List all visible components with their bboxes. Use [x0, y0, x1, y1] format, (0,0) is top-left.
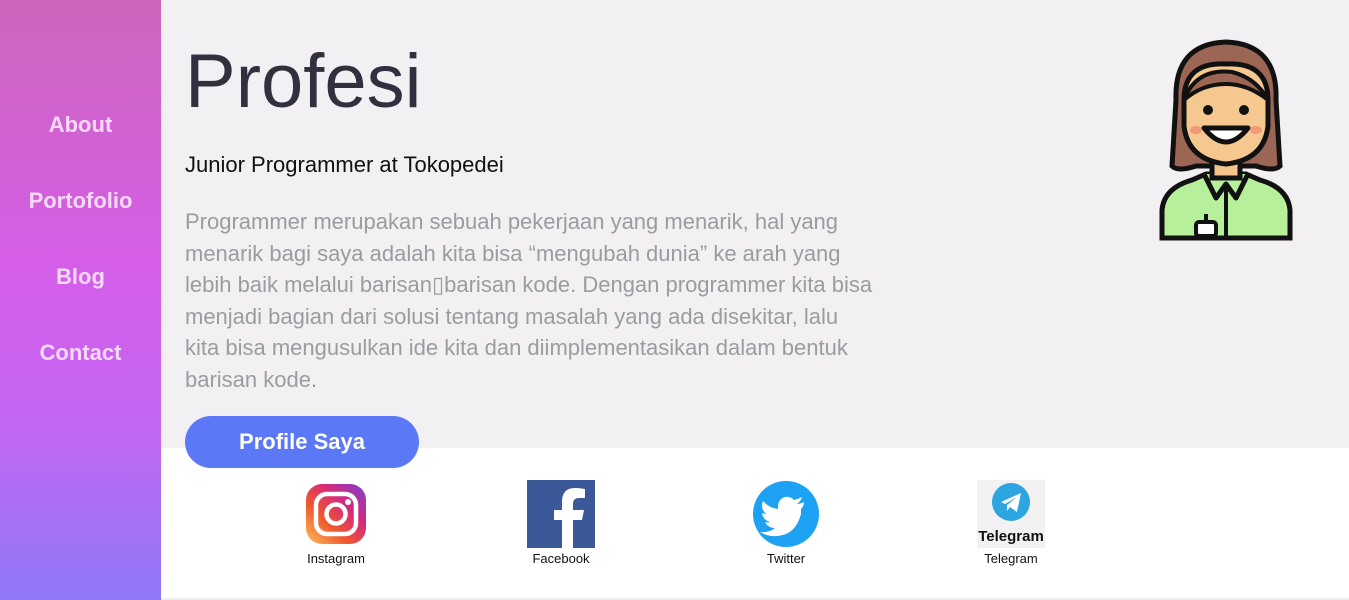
nav-item-about[interactable]: About [0, 112, 161, 138]
telegram-logo-text: Telegram [978, 528, 1044, 545]
profession-description: Programmer merupakan sebuah pekerjaan ya… [185, 209, 873, 392]
nav-item-blog[interactable]: Blog [0, 264, 161, 290]
profile-saya-button[interactable]: Profile Saya [185, 416, 419, 468]
social-instagram-link[interactable]: Instagram [276, 480, 396, 566]
instagram-icon [306, 484, 366, 544]
social-label-twitter: Twitter [766, 551, 806, 566]
nav-item-portofolio[interactable]: Portofolio [0, 188, 161, 214]
avatar-illustration-icon [1159, 39, 1293, 241]
social-label-instagram: Instagram [307, 551, 365, 566]
social-facebook-link[interactable]: Facebook [501, 480, 621, 566]
hero-section: Profesi Junior Programmer at Tokopedei P… [161, 0, 1349, 448]
telegram-icon: Telegram [977, 480, 1045, 548]
nav-item-contact[interactable]: Contact [0, 340, 161, 366]
social-telegram-link[interactable]: Telegram Telegram [951, 480, 1071, 566]
facebook-icon [527, 480, 595, 548]
social-label-facebook: Facebook [532, 551, 590, 566]
sidebar-nav: About Portofolio Blog Contact [0, 0, 161, 600]
job-subtitle: Junior Programmer at Tokopedei [185, 152, 504, 177]
social-twitter-link[interactable]: Twitter [726, 480, 846, 566]
page-title: Profesi [185, 39, 422, 124]
social-label-telegram: Telegram [984, 551, 1038, 566]
twitter-icon [753, 481, 819, 547]
